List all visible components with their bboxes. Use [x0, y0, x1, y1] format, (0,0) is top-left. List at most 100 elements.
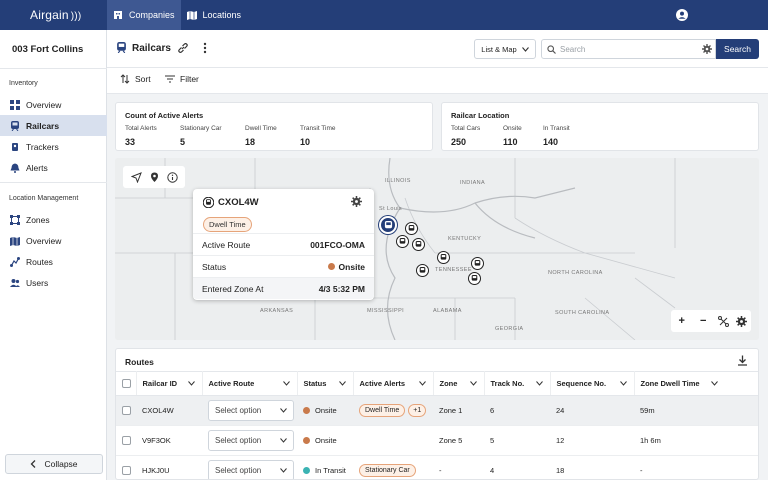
row-checkbox[interactable]	[122, 466, 131, 475]
col-status[interactable]: Status	[297, 371, 354, 396]
routes-title: Routes	[125, 357, 154, 367]
chevron-down-icon	[619, 381, 627, 386]
search-input[interactable]	[560, 43, 690, 56]
tab-locations[interactable]: Locations	[181, 0, 248, 30]
status-text: Onsite	[315, 406, 337, 415]
sidebar-item-zones[interactable]: Zones	[0, 209, 107, 230]
chevron-down-icon	[280, 468, 287, 473]
card-title: Count of Active Alerts	[125, 111, 204, 120]
cell-active-alerts	[353, 425, 433, 456]
row-checkbox[interactable]	[122, 436, 131, 445]
cell-railcar-id: V9F3OK	[136, 425, 202, 456]
table-row[interactable]: CXOL4W Select option Onsite Dwell Time +1…	[116, 395, 758, 426]
sidebar-item-label: Users	[26, 277, 49, 288]
sort-icon	[120, 74, 130, 84]
popup-row-active-route: Active Route 001FCO-OMA	[193, 233, 374, 255]
route-select[interactable]: Select option	[208, 460, 294, 479]
view-mode-select[interactable]: List & Map	[474, 39, 536, 59]
info-icon[interactable]	[166, 171, 178, 183]
cell-zone-dwell-time: 59m	[634, 395, 758, 426]
map-icon	[10, 236, 20, 246]
gear-icon[interactable]	[736, 315, 748, 327]
table-row[interactable]: HJKJ0U Select option In Transit Stationa…	[116, 455, 758, 479]
building-icon	[114, 11, 122, 19]
chevron-down-icon	[535, 381, 543, 386]
col-zone[interactable]: Zone	[433, 371, 485, 396]
table-row[interactable]: V9F3OK Select option Onsite Zone 5 5 12 …	[116, 425, 758, 456]
alert-more-chip[interactable]: +1	[408, 404, 427, 417]
route-select[interactable]: Select option	[208, 430, 294, 451]
sort-button[interactable]: Sort	[120, 74, 151, 84]
airgain-logo[interactable]: Airgain)))	[30, 8, 81, 22]
tab-companies[interactable]: Companies	[107, 0, 181, 30]
stat-dwell-time: Dwell Time 18	[245, 125, 277, 147]
train-icon	[408, 225, 415, 231]
railcar-location-card: Railcar Location Total Cars 250 Onsite 110…	[441, 102, 759, 151]
map-label: GEORGIA	[495, 326, 524, 332]
zones-icon	[10, 214, 20, 225]
collapse-button[interactable]: Collapse	[5, 454, 103, 474]
railcar-marker-selected[interactable]	[379, 216, 397, 234]
railcar-marker[interactable]	[468, 272, 481, 285]
status-text: Onsite	[338, 261, 365, 272]
col-active-alerts[interactable]: Active Alerts	[353, 371, 434, 396]
grid-icon	[10, 99, 20, 110]
cell-zone: Zone 5	[433, 425, 484, 456]
cell-active-alerts: Stationary Car	[353, 455, 433, 479]
railcar-marker[interactable]	[471, 257, 484, 270]
routes-table: Railcar ID Active Route Status Active Al…	[116, 371, 758, 479]
gear-icon[interactable]	[702, 44, 712, 54]
link-icon[interactable]	[177, 42, 189, 54]
route-icon	[10, 256, 20, 267]
select-all-checkbox[interactable]	[122, 379, 131, 388]
col-active-route[interactable]: Active Route	[202, 371, 298, 396]
sidebar-item-routes[interactable]: Routes	[0, 251, 107, 272]
railcar-marker[interactable]	[416, 264, 429, 277]
cell-sequence-no: 18	[550, 455, 634, 479]
railcar-marker[interactable]	[412, 238, 425, 251]
sidebar-item-users[interactable]: Users	[0, 272, 107, 293]
sidebar-item-label: Alerts	[26, 162, 48, 173]
train-icon	[419, 267, 426, 273]
user-avatar-icon[interactable]	[676, 9, 688, 21]
zoom-out-button[interactable]: −	[696, 315, 710, 327]
row-select-cell	[116, 395, 136, 426]
navigate-icon[interactable]	[130, 171, 142, 183]
row-checkbox[interactable]	[122, 406, 131, 415]
cell-active-route: Select option	[202, 395, 297, 426]
sidebar-item-overview[interactable]: Overview	[0, 94, 107, 115]
search-button[interactable]: Search	[716, 39, 759, 59]
sidebar-item-alerts[interactable]: Alerts	[0, 157, 107, 178]
gear-icon[interactable]	[351, 196, 362, 207]
railcar-marker[interactable]	[405, 222, 418, 235]
col-track-no[interactable]: Track No.	[484, 371, 551, 396]
status-text: In Transit	[315, 466, 346, 475]
location-pin-icon[interactable]	[149, 172, 160, 183]
col-zone-dwell-time[interactable]: Zone Dwell Time	[634, 371, 758, 396]
sidebar-item-trackers[interactable]: Trackers	[0, 136, 107, 157]
bell-icon	[10, 163, 20, 173]
railcar-marker[interactable]	[437, 251, 450, 264]
popup-title: CXOL4W	[203, 197, 259, 208]
chevron-down-icon	[187, 381, 195, 386]
stat-in-transit: In Transit 140	[543, 125, 570, 147]
train-icon	[474, 260, 481, 266]
railcar-marker[interactable]	[396, 235, 409, 248]
train-icon	[415, 241, 422, 247]
zoom-in-button[interactable]: +	[675, 315, 689, 327]
filter-button[interactable]: Filter	[165, 74, 199, 84]
sidebar-item-railcars[interactable]: Railcars	[0, 115, 107, 136]
sidebar: 003 Fort Collins Inventory Overview Rail…	[0, 30, 107, 480]
download-icon[interactable]	[737, 355, 748, 366]
row-value: 001FCO-OMA	[310, 239, 365, 250]
route-select[interactable]: Select option	[208, 400, 294, 421]
main-area: Railcars List & Map Search Sort Filter C…	[107, 30, 768, 480]
more-vertical-icon[interactable]	[200, 42, 210, 54]
col-railcar-id[interactable]: Railcar ID	[136, 371, 203, 396]
map-zoom-controls: + −	[671, 310, 751, 332]
sidebar-item-location-overview[interactable]: Overview	[0, 230, 107, 251]
users-icon	[10, 278, 20, 287]
railcar-map[interactable]: ILLINOIS INDIANA KENTUCKY TENNESSEE NORT…	[115, 158, 759, 340]
col-sequence-no[interactable]: Sequence No.	[550, 371, 635, 396]
route-toggle-icon[interactable]	[717, 315, 729, 327]
